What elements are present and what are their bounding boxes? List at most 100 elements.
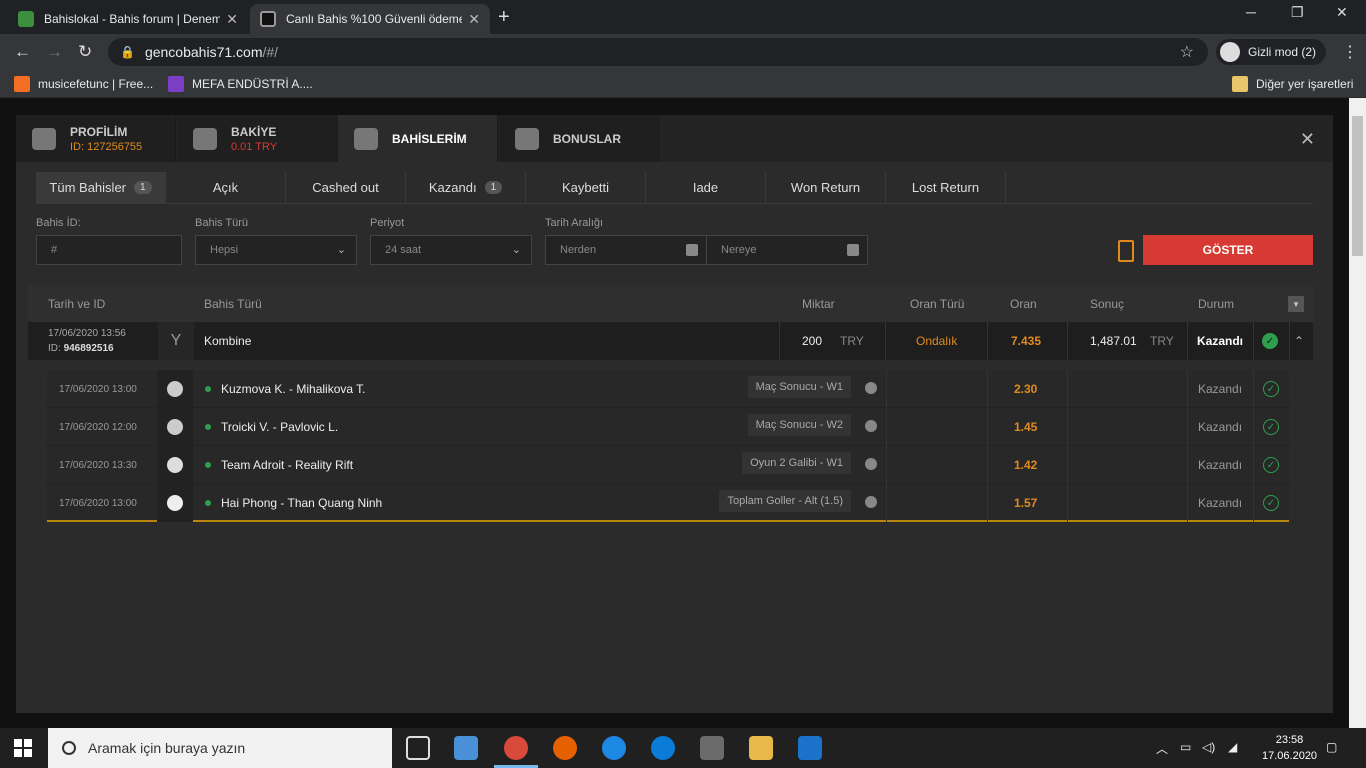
tab-title: Canlı Bahis %100 Güvenli ödeme — [286, 12, 463, 26]
calendar-icon — [686, 244, 698, 256]
menu-icon[interactable]: ⋮ — [1342, 42, 1358, 62]
page-scrollbar[interactable] — [1349, 98, 1366, 728]
won-check-icon: ✓ — [1262, 322, 1278, 360]
bet-status: Kazandı — [1197, 334, 1244, 348]
modal-tabs: PROFİLİM ID: 127256755 BAKİYE 0.01 TRY BAH… — [16, 115, 1333, 162]
reload-icon[interactable]: ↻ — [78, 42, 92, 62]
selection-date: 17/06/2020 12:00 — [59, 421, 137, 433]
bet-odds: 7.435 — [1011, 334, 1042, 348]
gift-icon — [515, 127, 539, 150]
tab-title: Bahislokal - Bahis forum | Denem — [44, 12, 221, 26]
bet-odds-type: Ondalık — [916, 334, 958, 348]
filter-refund[interactable]: Iade — [646, 172, 766, 203]
internet-explorer-icon[interactable] — [602, 736, 626, 760]
close-tab-icon[interactable]: ✕ — [468, 11, 480, 28]
profile-id: ID: 127256755 — [70, 140, 143, 153]
file-explorer-icon[interactable] — [749, 736, 773, 760]
filter-won[interactable]: Kazandı 1 — [406, 172, 526, 203]
filter-label: Açık — [212, 180, 239, 195]
tab-balance[interactable]: BAKİYE 0.01 TRY — [177, 115, 337, 162]
taskbar-search[interactable]: Aramak için buraya yazın — [48, 728, 392, 768]
filter-open[interactable]: Açık — [166, 172, 286, 203]
mail-icon[interactable] — [798, 736, 822, 760]
filter-label: Kazandı — [428, 180, 477, 195]
control-panel-icon[interactable] — [454, 736, 478, 760]
filter-lost[interactable]: Kaybetti — [526, 172, 646, 203]
filter-cashed-out[interactable]: Cashed out — [286, 172, 406, 203]
new-tab-icon[interactable]: + — [498, 6, 510, 29]
bet-date-id: 17/06/2020 13:56 ID: 946892516 — [48, 322, 126, 360]
filter-label: Won Return — [790, 180, 861, 195]
bet-type: Kombine — [204, 334, 252, 348]
chevron-up-icon[interactable]: ⌃ — [1294, 322, 1304, 360]
back-icon[interactable]: ← — [14, 42, 31, 62]
bet-id-input[interactable]: # — [36, 235, 182, 265]
expand-all-icon[interactable]: ▾ — [1288, 296, 1304, 312]
bookmark-musicefetunc[interactable]: musicefetunc | Free... — [14, 76, 153, 92]
bet-row[interactable]: 17/06/2020 13:56 ID: 946892516 Y Kombine… — [28, 322, 1313, 360]
won-check-icon: ✓ — [1263, 408, 1279, 446]
close-tab-icon[interactable]: ✕ — [226, 11, 238, 28]
selection-row: 17/06/2020 13:00 Hai Phong - Than Quang N… — [47, 484, 1289, 522]
info-icon[interactable] — [865, 382, 877, 394]
info-icon[interactable] — [865, 458, 877, 470]
volume-icon[interactable]: ◁) — [1202, 740, 1215, 754]
scrollbar-thumb[interactable] — [1352, 116, 1363, 256]
tab-my-bets[interactable]: BAHİSLERİM — [338, 115, 498, 162]
filter-won-return[interactable]: Won Return — [766, 172, 886, 203]
filter-count: 1 — [484, 181, 503, 194]
minimize-icon[interactable]: ─ — [1246, 4, 1256, 20]
info-icon[interactable] — [865, 420, 877, 432]
tab-bonuses[interactable]: BONUSLAR — [499, 115, 659, 162]
show-button[interactable]: GÖSTER — [1143, 235, 1313, 265]
close-icon[interactable]: ✕ — [1300, 129, 1315, 150]
clipboard-icon[interactable] — [1118, 240, 1134, 262]
bet-result: 1,487.01 — [1090, 334, 1137, 348]
bet-result-currency: TRY — [1150, 334, 1174, 348]
bookmark-label: musicefetunc | Free... — [38, 77, 154, 91]
bet-type-select[interactable]: Hepsi ⌄ — [195, 235, 357, 265]
edge-icon[interactable] — [651, 736, 675, 760]
bookmark-mefa[interactable]: MEFA ENDÜSTRİ A.... — [168, 76, 313, 92]
task-view-icon[interactable] — [406, 736, 430, 760]
search-icon — [62, 741, 76, 755]
select-value: Hepsi — [210, 244, 239, 256]
other-bookmarks[interactable]: Diğer yer işaretleri — [1232, 76, 1353, 92]
selection-match: Troicki V. - Pavlovic L. — [221, 420, 339, 434]
system-clock[interactable]: 23:58 17.06.2020 — [1262, 732, 1317, 764]
browser-tab-bahislokal[interactable]: Bahislokal - Bahis forum | Denem ✕ — [8, 4, 248, 34]
bookmark-label: MEFA ENDÜSTRİ A.... — [192, 77, 313, 91]
selection-date: 17/06/2020 13:00 — [59, 497, 137, 509]
bookmark-star-icon[interactable]: ☆ — [1180, 42, 1194, 62]
windows-start-icon[interactable] — [14, 739, 32, 757]
selection-date: 17/06/2020 13:00 — [59, 383, 137, 395]
soundcloud-icon — [14, 76, 30, 92]
tab-profile[interactable]: PROFİLİM ID: 127256755 — [16, 115, 176, 162]
windows-taskbar: Aramak için buraya yazın ︿ ▭ ◁) ◢ 23:58 … — [0, 728, 1366, 768]
close-window-icon[interactable]: ✕ — [1336, 4, 1348, 21]
filter-lost-return[interactable]: Lost Return — [886, 172, 1006, 203]
date-to-input[interactable]: Nereye — [706, 235, 868, 265]
chrome-icon[interactable] — [504, 736, 528, 760]
network-icon[interactable]: ◢ — [1228, 740, 1237, 754]
forward-icon[interactable]: → — [46, 42, 63, 62]
tab-label: BONUSLAR — [553, 131, 621, 146]
col-date-id: Tarih ve ID — [48, 297, 106, 311]
battery-icon[interactable]: ▭ — [1180, 740, 1191, 754]
notifications-icon[interactable]: ▢ — [1326, 740, 1337, 754]
clock-date: 17.06.2020 — [1262, 750, 1318, 762]
url-host: gencobahis71.com — [144, 44, 263, 60]
selection-match: Team Adroit - Reality Rift — [221, 458, 354, 472]
info-icon[interactable] — [865, 496, 877, 508]
user-icon — [32, 127, 56, 150]
incognito-badge[interactable]: Gizli mod (2) — [1216, 39, 1327, 65]
store-icon[interactable] — [700, 736, 724, 760]
firefox-icon[interactable] — [553, 736, 577, 760]
browser-tab-gencobahis[interactable]: Canlı Bahis %100 Güvenli ödeme ✕ — [250, 4, 490, 34]
filter-all[interactable]: Tüm Bahisler 1 — [36, 172, 166, 203]
tray-chevron-icon[interactable]: ︿ — [1156, 740, 1168, 757]
restore-icon[interactable]: ❐ — [1291, 4, 1304, 21]
period-select[interactable]: 24 saat ⌄ — [370, 235, 532, 265]
date-from-input[interactable]: Nerden — [545, 235, 707, 265]
address-bar[interactable]: 🔒 gencobahis71.com/#/ ☆ — [108, 38, 1208, 66]
